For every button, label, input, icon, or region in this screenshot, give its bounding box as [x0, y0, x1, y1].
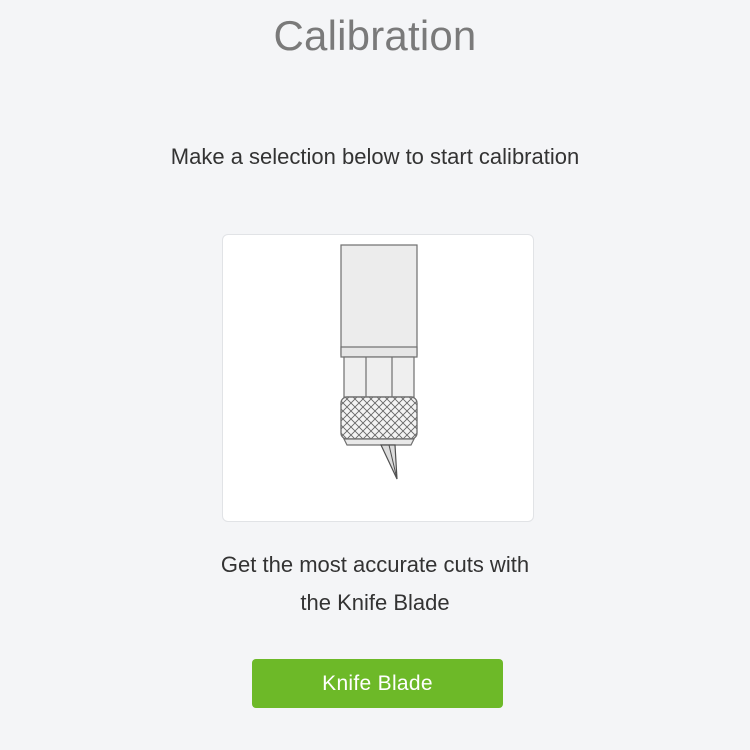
- option-description: Get the most accurate cuts with the Knif…: [0, 546, 750, 622]
- instruction-text: Make a selection below to start calibrat…: [170, 144, 580, 169]
- option-description-line2: the Knife Blade: [300, 590, 450, 615]
- option-description-line1: Get the most accurate cuts with: [220, 552, 530, 577]
- knife-blade-button[interactable]: Knife Blade: [252, 659, 503, 708]
- page-title: Calibration: [273, 12, 477, 59]
- knife-blade-icon: [340, 244, 418, 480]
- knife-blade-option-card[interactable]: [222, 234, 534, 522]
- calibration-page: Calibration Make a selection below to st…: [0, 0, 750, 750]
